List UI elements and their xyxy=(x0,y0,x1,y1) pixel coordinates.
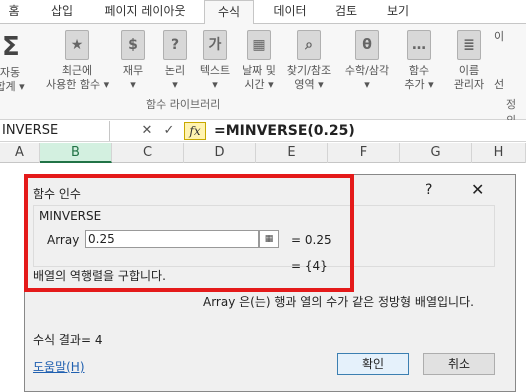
function-library-group-label: 함수 라이브러리 xyxy=(146,98,221,111)
column-header-b[interactable]: B xyxy=(40,143,112,163)
cancel-formula-icon[interactable]: ✕ xyxy=(138,122,156,140)
cancel-button[interactable]: 취소 xyxy=(423,353,495,375)
more-functions-icon: … xyxy=(407,30,431,60)
array-arg-label: Array xyxy=(47,233,80,247)
insert-function-icon[interactable]: fx xyxy=(184,122,206,140)
argument-description: Array 은(는) 행과 열의 수가 같은 정방형 배열입니다. xyxy=(203,295,474,309)
help-icon[interactable]: ? xyxy=(425,182,432,198)
finance-book-icon: $ xyxy=(121,30,145,60)
tab-formulas[interactable]: 수식 xyxy=(204,0,254,25)
tab-page-layout[interactable]: 페이지 레이아웃 xyxy=(94,0,196,24)
more-functions-button[interactable]: … 함수 추가 ▾ xyxy=(396,30,442,92)
name-manager-label: 이름 관리자 xyxy=(453,64,485,91)
arg-evaluated-value: = 0.25 xyxy=(291,233,332,247)
math-button[interactable]: θ 수학/삼각 ▾ xyxy=(340,30,394,92)
text-button[interactable]: 가 텍스트 ▾ xyxy=(192,30,238,92)
ok-button[interactable]: 확인 xyxy=(337,353,409,375)
more-functions-label: 함수 추가 ▾ xyxy=(404,64,434,91)
tab-view[interactable]: 보기 xyxy=(378,0,418,24)
tab-insert[interactable]: 삽입 xyxy=(42,0,82,24)
tab-data[interactable]: 데이터 xyxy=(264,0,316,24)
datetime-label: 날짜 및 시간 ▾ xyxy=(242,64,276,91)
range-select-icon[interactable]: ▦ xyxy=(259,230,279,248)
result-evaluated-value: = {4} xyxy=(291,259,328,273)
dialog-title: 함수 인수 xyxy=(33,187,81,201)
tab-home[interactable]: 홈 xyxy=(0,0,28,24)
column-header-d[interactable]: D xyxy=(184,143,256,163)
logic-book-icon: ? xyxy=(163,30,187,60)
function-name: MINVERSE xyxy=(39,209,102,223)
column-headers: A B C D E F G H xyxy=(0,143,526,163)
lookup-label: 찾기/참조 영역 ▾ xyxy=(286,64,332,91)
tab-review[interactable]: 검토 xyxy=(326,0,366,24)
column-header-g[interactable]: G xyxy=(400,143,472,163)
name-box[interactable]: INVERSE xyxy=(0,121,110,141)
recent-functions-label: 최근에 사용한 함수 ▾ xyxy=(46,64,110,91)
column-header-e[interactable]: E xyxy=(256,143,328,163)
column-header-c[interactable]: C xyxy=(112,143,184,163)
create-from-selection-item[interactable]: 선 xyxy=(494,76,504,92)
define-name-item[interactable]: 이 xyxy=(494,28,504,44)
formula-result: 수식 결과= 4 xyxy=(33,333,103,347)
function-description: 배열의 역행렬을 구합니다. xyxy=(33,269,166,283)
text-label: 텍스트 ▾ xyxy=(199,64,231,91)
recent-functions-button[interactable]: ★ 최근에 사용한 함수 ▾ xyxy=(46,30,110,92)
lookup-button[interactable]: ⌕ 찾기/참조 영역 ▾ xyxy=(282,30,336,92)
finance-label: 재무 ▾ xyxy=(122,64,144,91)
name-manager-icon: ≣ xyxy=(457,30,481,60)
column-header-f[interactable]: F xyxy=(328,143,400,163)
array-arg-input[interactable]: 0.25 xyxy=(85,230,259,248)
text-book-icon: 가 xyxy=(203,30,227,60)
function-arguments-dialog: 함수 인수 ? ✕ MINVERSE Array 0.25 ▦ = 0.25 =… xyxy=(24,174,516,392)
column-header-a[interactable]: A xyxy=(0,143,40,163)
formula-bar: INVERSE ✕ ✓ fx =MINVERSE(0.25) xyxy=(0,120,526,142)
ribbon: Σ 자동 합계 ▾ ★ 최근에 사용한 함수 ▾ $ 재무 ▾ ? 논리 ▾ 가… xyxy=(0,24,526,127)
enter-formula-icon[interactable]: ✓ xyxy=(160,122,178,140)
close-icon[interactable]: ✕ xyxy=(471,180,484,199)
name-manager-button[interactable]: ≣ 이름 관리자 xyxy=(446,30,492,92)
star-book-icon: ★ xyxy=(65,30,89,60)
column-header-h[interactable]: H xyxy=(472,143,526,163)
autosum-button[interactable]: 자동 합계 ▾ xyxy=(0,66,32,94)
formula-input[interactable]: =MINVERSE(0.25) xyxy=(214,121,355,141)
math-book-icon: θ xyxy=(355,30,379,60)
help-link[interactable]: 도움말(H) xyxy=(33,358,85,375)
calendar-book-icon: ▦ xyxy=(247,30,271,60)
lookup-book-icon: ⌕ xyxy=(297,30,321,60)
ribbon-tabs: 홈 삽입 페이지 레이아웃 수식 데이터 검토 보기 xyxy=(0,0,526,25)
finance-button[interactable]: $ 재무 ▾ xyxy=(110,30,156,92)
datetime-button[interactable]: ▦ 날짜 및 시간 ▾ xyxy=(236,30,282,92)
autosum-label: 자동 합계 ▾ xyxy=(0,66,25,93)
sigma-icon: Σ xyxy=(2,32,20,62)
math-label: 수학/삼각 ▾ xyxy=(344,64,390,91)
